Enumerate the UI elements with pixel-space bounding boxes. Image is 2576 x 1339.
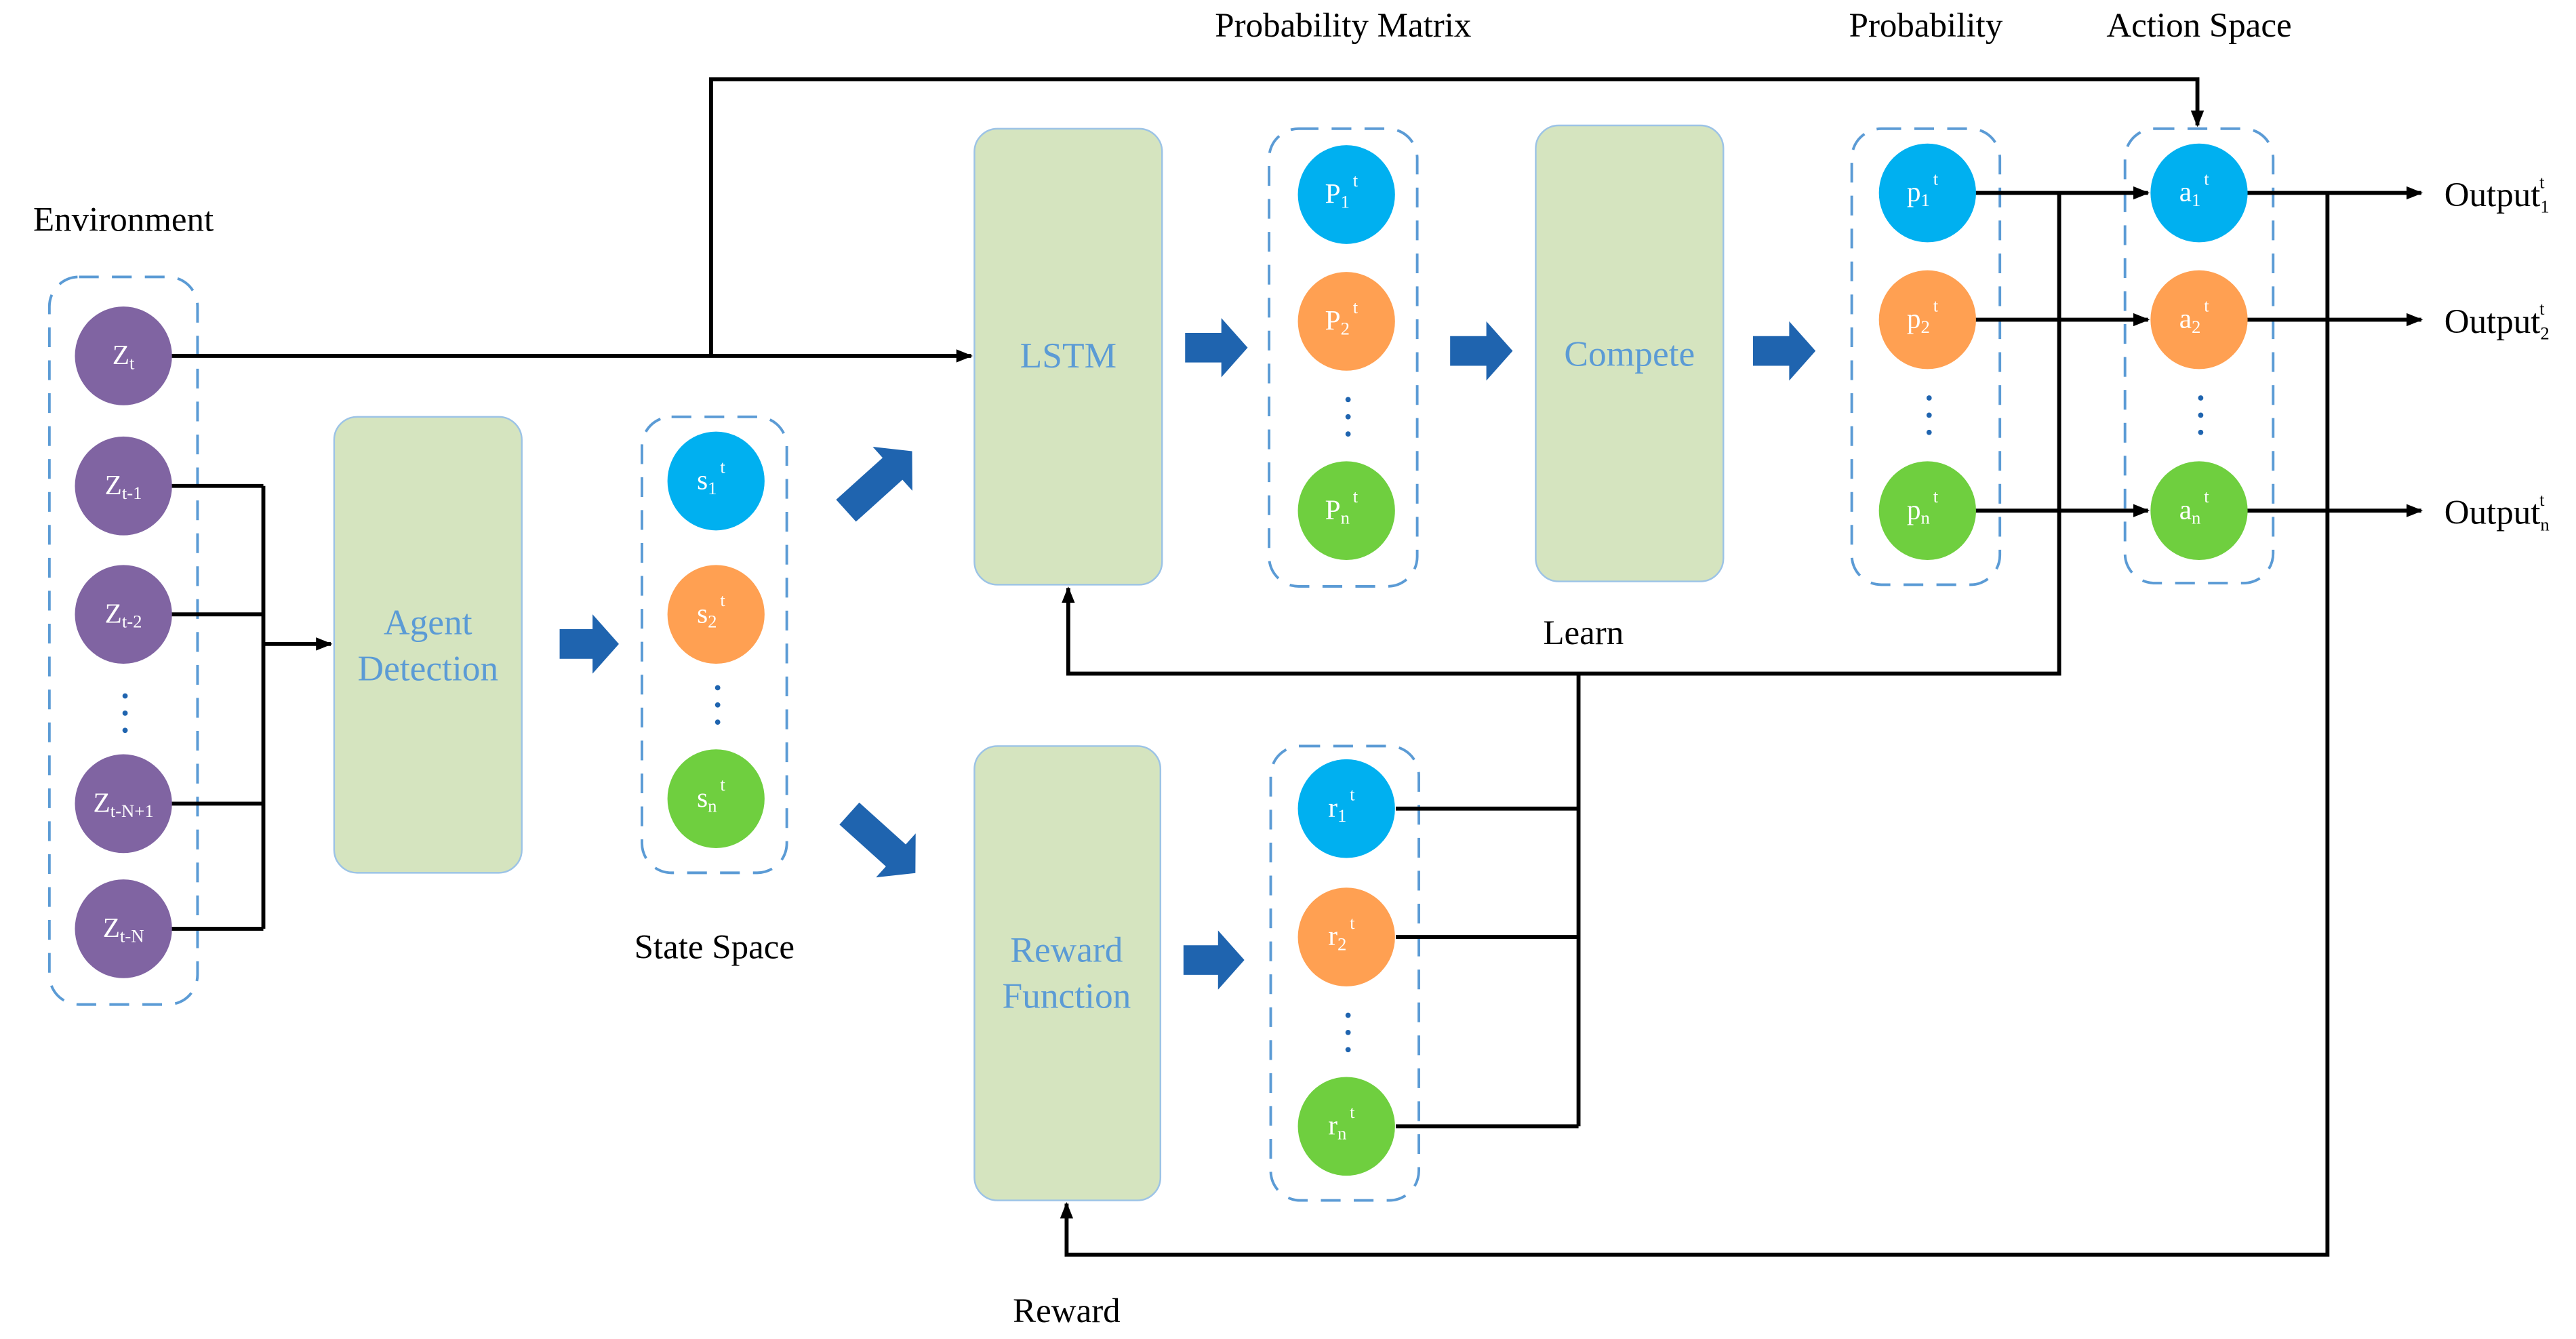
ellipsis-dot — [1345, 397, 1351, 403]
reward-function-label-1: Reward — [1010, 929, 1123, 970]
output-0-label: Output1t — [2444, 172, 2550, 216]
agent-detection-label-1: Agent — [384, 601, 472, 642]
node-state-1: s2t — [667, 565, 765, 664]
ellipsis-dot — [1345, 431, 1351, 437]
node-prob_matrix-2: Pnt — [1297, 461, 1395, 561]
ellipsis-dot — [715, 702, 721, 708]
ellipsis-dot — [122, 693, 128, 699]
lstm-label: LSTM — [1020, 335, 1116, 376]
ellipsis-dot — [715, 685, 721, 691]
pmatrix-to-compete-arrow — [1450, 321, 1513, 381]
environment-label: Environment — [33, 201, 214, 239]
node-action-0: a1t — [2150, 143, 2248, 243]
agent-detection-label-2: Detection — [358, 647, 499, 688]
reward-function-label-2: Function — [1002, 975, 1131, 1016]
node-environment-0: Zt — [75, 306, 172, 405]
node-state-0: s1t — [667, 431, 765, 531]
probability-matrix-label: Probability Matrix — [1215, 7, 1471, 45]
agent-to-state-arrow — [559, 614, 619, 674]
state-to-lstm-arrow — [836, 446, 912, 522]
node-prob_matrix-0: P1t — [1297, 145, 1395, 244]
node-action-1: a2t — [2150, 270, 2248, 369]
node-environment-3: Zt-N+1 — [75, 754, 172, 854]
lstm-to-pmatrix-arrow — [1185, 318, 1248, 378]
ellipsis-dot — [1345, 414, 1351, 420]
state-to-reward-arrow — [839, 802, 916, 878]
output-1-label: Output2t — [2444, 298, 2550, 343]
node-probability-1: p2t — [1878, 270, 1976, 369]
ellipsis-dot — [122, 727, 128, 734]
ellipsis-dot — [1345, 1012, 1351, 1018]
node-environment-4: Zt-N — [75, 879, 172, 978]
node-environment-1: Zt-1 — [75, 436, 172, 536]
node-action-2: ant — [2150, 461, 2248, 561]
reward-label: Reward — [1013, 1292, 1121, 1330]
lstm-box: LSTM — [973, 127, 1163, 586]
node-reward-1: r2t — [1297, 887, 1395, 986]
ellipsis-dot — [1345, 1047, 1351, 1053]
ellipsis-dot — [1926, 429, 1932, 435]
node-state-2: snt — [667, 749, 765, 848]
probability-label: Probability — [1849, 7, 2003, 45]
ellipsis-dot — [1926, 395, 1932, 401]
history-bus — [171, 483, 266, 931]
ellipsis-dot — [2198, 412, 2204, 418]
compete-box: Compete — [1535, 124, 1725, 582]
reward-fn-to-reward-arrow — [1183, 930, 1245, 990]
ellipsis-dot — [1926, 412, 1932, 418]
ellipsis-dot — [1345, 1030, 1351, 1035]
learn-label: Learn — [1543, 614, 1624, 652]
output-2-label: Outputnt — [2444, 489, 2550, 534]
agent-detection-box: Agent Detection — [333, 416, 523, 874]
node-reward-0: r1t — [1297, 759, 1395, 858]
node-probability-0: p1t — [1878, 143, 1976, 243]
node-probability-2: pnt — [1878, 461, 1976, 561]
compete-to-probability-arrow — [1752, 321, 1816, 381]
state-space-label: State Space — [635, 929, 794, 967]
ellipsis-dot — [122, 710, 128, 716]
reward-function-box: Reward Function — [973, 745, 1162, 1201]
reward-to-learn-bus — [1396, 673, 1581, 1129]
action-space-label: Action Space — [2106, 7, 2291, 45]
node-prob_matrix-1: P2t — [1297, 272, 1395, 371]
ellipsis-dot — [2198, 395, 2204, 401]
node-reward-2: rnt — [1297, 1077, 1395, 1176]
ellipsis-dot — [715, 719, 721, 725]
outputs: Output1t Output2t Outputnt — [2444, 172, 2550, 534]
rl-architecture-diagram: Environment Probability Matrix Probabili… — [33, 7, 2550, 1330]
ellipsis-dot — [2198, 429, 2204, 435]
compete-label: Compete — [1564, 334, 1695, 374]
node-environment-2: Zt-2 — [75, 565, 172, 664]
